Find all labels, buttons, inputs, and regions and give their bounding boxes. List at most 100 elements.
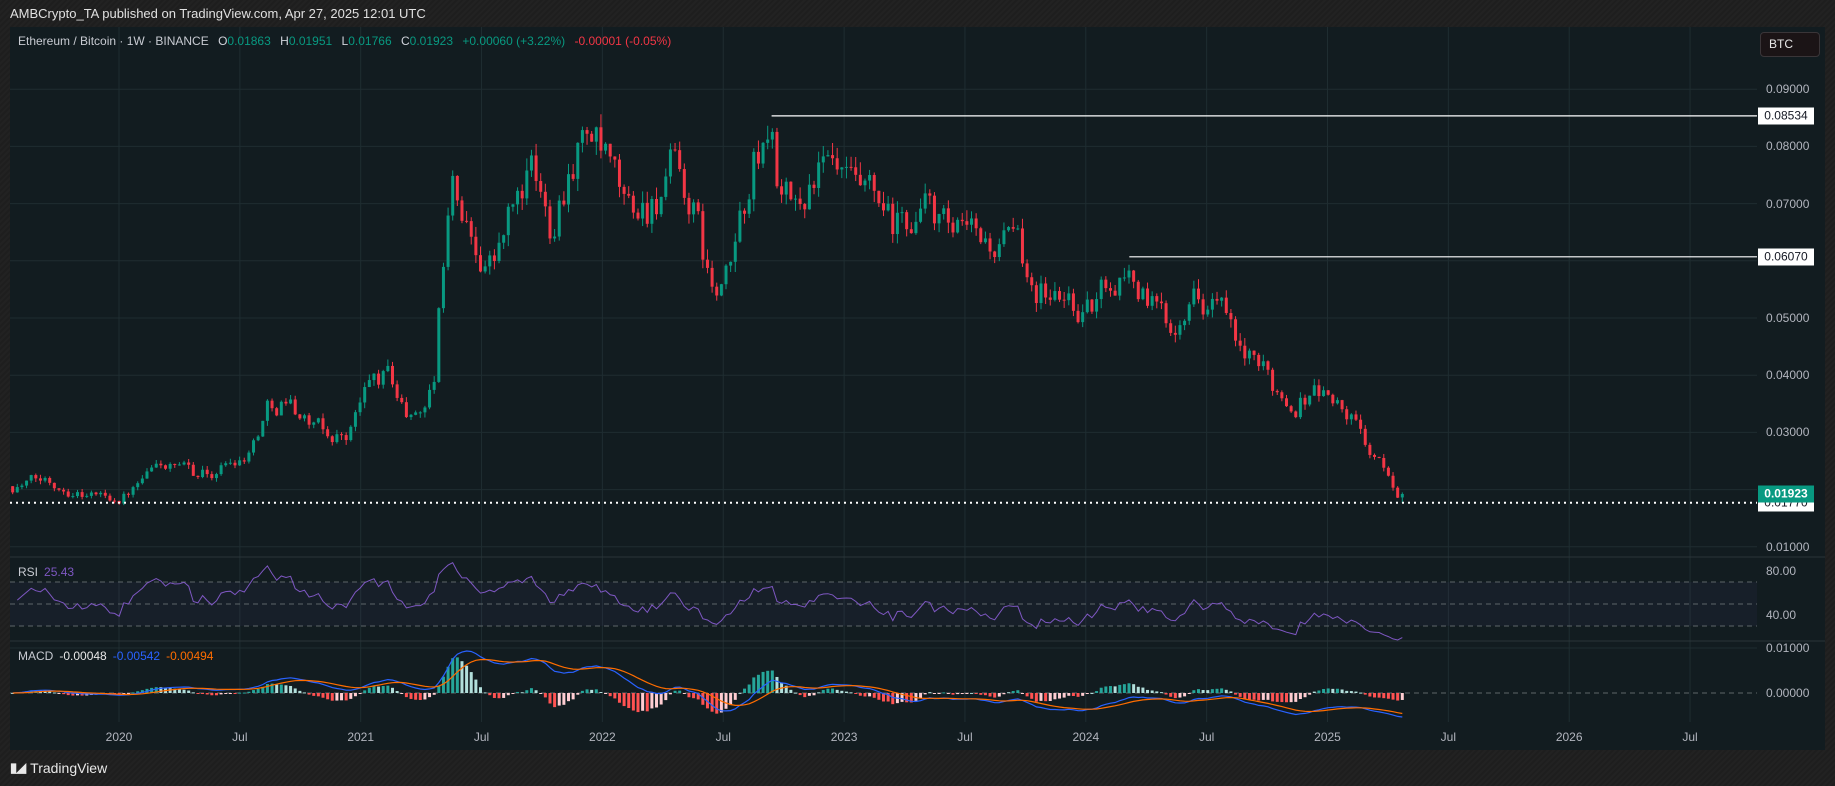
macd-histogram-bar <box>1229 691 1233 693</box>
macd-histogram-bar <box>307 693 311 695</box>
candle-body <box>655 198 659 215</box>
candle-body <box>553 236 557 239</box>
macd-signal-value: -0.00494 <box>166 649 214 663</box>
candle-body <box>548 206 552 239</box>
candle-body <box>895 212 899 235</box>
candle-body <box>474 236 478 256</box>
macd-histogram-bar <box>497 693 501 699</box>
macd-legend[interactable]: MACD -0.00048 -0.00542 -0.00494 <box>18 649 213 663</box>
candle-body <box>613 156 617 160</box>
candle-body <box>516 190 520 205</box>
candle-body <box>307 415 311 425</box>
macd-histogram-bar <box>1373 693 1377 698</box>
macd-histogram-bar <box>1095 691 1099 693</box>
candle-body <box>705 259 709 268</box>
macd-histogram-bar <box>1303 693 1307 698</box>
candle-body <box>817 162 821 188</box>
macd-histogram-bar <box>1039 693 1043 701</box>
currency-button[interactable]: BTC <box>1760 32 1820 57</box>
time-axis-tick: Jul <box>957 730 973 744</box>
candle-body <box>974 218 978 229</box>
candle-body <box>719 284 723 296</box>
candle-body <box>1020 228 1024 264</box>
macd-histogram-bar <box>974 693 978 694</box>
candle-body <box>539 181 543 192</box>
price-axis-tick: 0.07000 <box>1766 196 1810 211</box>
candle-body <box>872 175 876 191</box>
macd-histogram-bar <box>1215 688 1219 693</box>
macd-histogram-bar <box>1363 693 1367 695</box>
macd-histogram-bar <box>919 693 923 699</box>
macd-histogram-bar <box>798 693 802 696</box>
macd-histogram-bar <box>1396 693 1400 701</box>
candle-body <box>196 475 200 478</box>
candle-body <box>770 131 774 140</box>
candle-body <box>1076 310 1080 323</box>
candle-body <box>673 149 677 151</box>
footer-brand[interactable]: ▮◢ TradingView <box>10 760 107 776</box>
macd-histogram-bar <box>793 692 797 694</box>
rsi-value: 25.43 <box>44 565 75 579</box>
candle-body <box>784 181 788 195</box>
candle-body <box>942 208 946 215</box>
candle-body <box>868 175 872 181</box>
candle-body <box>164 465 168 469</box>
candle-body <box>349 426 353 441</box>
macd-histogram-bar <box>562 693 566 705</box>
candle-body <box>641 202 645 219</box>
close-label: C <box>400 34 410 48</box>
candle-body <box>214 474 218 479</box>
candle-body <box>923 193 927 209</box>
candle-body <box>145 471 149 479</box>
macd-histogram-bar <box>529 688 533 693</box>
macd-histogram-bar <box>585 689 589 693</box>
candle-body <box>432 381 436 390</box>
macd-histogram-bar <box>1081 693 1085 696</box>
macd-histogram-bar <box>747 684 751 693</box>
macd-histogram-bar <box>1294 693 1298 702</box>
macd-histogram-bar <box>335 693 339 701</box>
macd-histogram-bar <box>1196 689 1200 693</box>
rsi-legend[interactable]: RSI 25.43 <box>18 565 74 579</box>
candle-body <box>1257 354 1261 367</box>
candle-body <box>1298 397 1302 418</box>
candle-body <box>960 219 964 222</box>
candle-body <box>150 467 154 472</box>
candle-body <box>1322 390 1326 397</box>
macd-histogram-bar <box>381 685 385 693</box>
time-axis-tick: Jul <box>473 730 490 744</box>
macd-histogram-bar <box>1275 693 1279 702</box>
candle-body <box>668 149 672 177</box>
candle-body <box>886 203 890 211</box>
candle-body <box>131 487 135 495</box>
candle-body <box>228 462 232 464</box>
macd-histogram-bar <box>854 693 858 694</box>
candle-body <box>877 190 881 204</box>
macd-histogram-bar <box>729 693 733 706</box>
macd-histogram-bar <box>752 677 756 693</box>
candle-body <box>599 127 603 151</box>
candle-body <box>793 198 797 200</box>
macd-histogram-bar <box>414 693 418 700</box>
macd-histogram-bar <box>1007 692 1011 694</box>
macd-histogram-bar <box>761 671 765 693</box>
candle-body <box>585 130 589 134</box>
macd-histogram-bar <box>520 692 524 694</box>
macd-histogram-bar <box>1192 690 1196 693</box>
candle-body <box>803 204 807 210</box>
macd-histogram-bar <box>358 693 362 694</box>
symbol-title[interactable]: Ethereum / Bitcoin · 1W · BINANCE <box>18 34 209 48</box>
macd-histogram-bar <box>567 693 571 702</box>
candle-body <box>1373 454 1377 457</box>
chart-canvas[interactable] <box>0 0 1835 786</box>
macd-histogram-bar <box>770 670 774 693</box>
macd-histogram-bar <box>1224 689 1228 693</box>
candle-body <box>1081 312 1085 323</box>
macd-histogram-bar <box>1067 693 1071 696</box>
price-axis-tick: 0.05000 <box>1766 311 1810 325</box>
price-axis-tick: 0.03000 <box>1766 425 1810 440</box>
candle-body <box>729 261 733 266</box>
macd-histogram-bar <box>1377 693 1381 698</box>
open-value: 0.01863 <box>227 34 271 48</box>
candle-body <box>988 238 992 252</box>
